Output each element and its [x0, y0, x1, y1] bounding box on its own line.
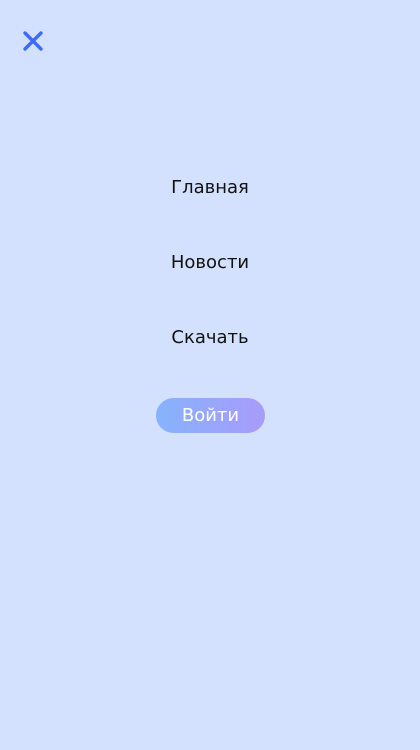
- menu-item-download[interactable]: Скачать: [0, 326, 420, 350]
- mobile-menu-screen: Главная Новости Скачать Войти: [0, 0, 420, 750]
- close-button[interactable]: [20, 28, 46, 54]
- menu-item-news[interactable]: Новости: [0, 251, 420, 275]
- login-button[interactable]: Войти: [156, 398, 265, 433]
- close-icon: [23, 31, 43, 51]
- menu-item-home[interactable]: Главная: [0, 176, 420, 200]
